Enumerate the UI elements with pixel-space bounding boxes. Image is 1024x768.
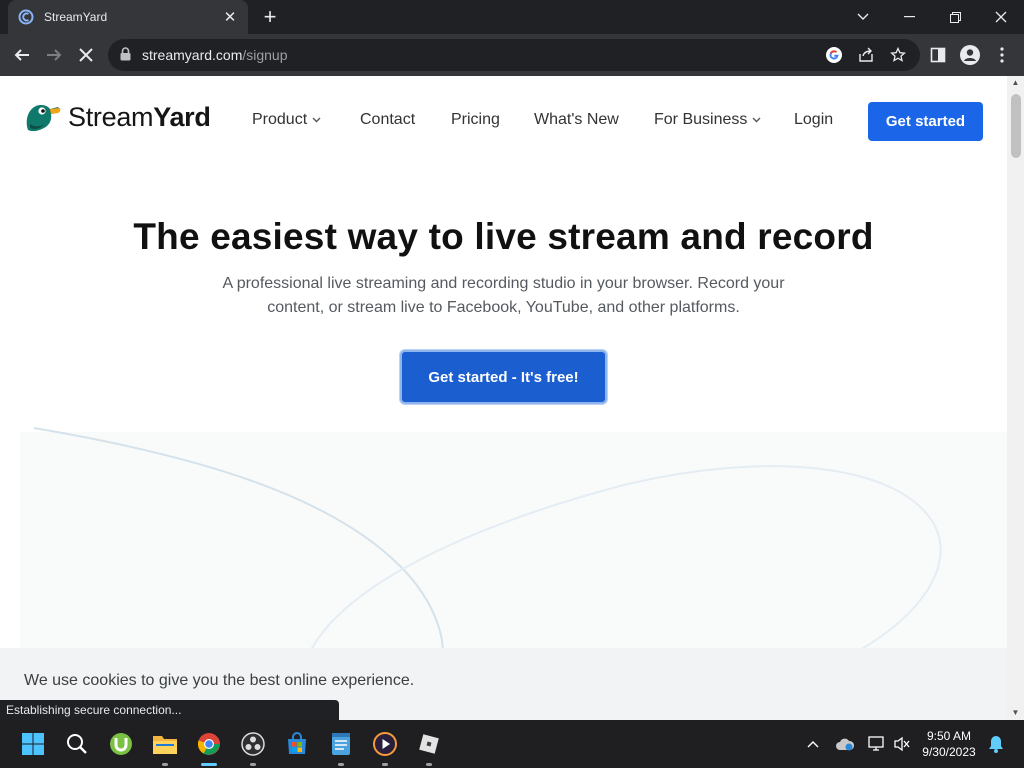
nav-login-label: Login <box>794 111 834 128</box>
browser-tab-streamyard[interactable]: StreamYard ✕ <box>8 0 248 34</box>
taskbar-running-indicator <box>426 763 432 766</box>
logo-wordmark: StreamYard <box>68 102 211 133</box>
nav-product[interactable]: Product <box>252 111 321 129</box>
profile-avatar-icon[interactable] <box>958 43 982 67</box>
side-panel-icon[interactable] <box>926 43 950 67</box>
site-header: StreamYard Product Contact Pricing What'… <box>0 76 1007 166</box>
browser-menu-icon[interactable] <box>990 43 1014 67</box>
clock-time: 9:50 AM <box>926 729 972 743</box>
hero-title: The easiest way to live stream and recor… <box>133 216 874 257</box>
onedrive-cloud-icon[interactable] <box>835 734 855 754</box>
page-scrollbar[interactable]: ▲ ▼ <box>1007 76 1024 720</box>
taskbar-running-indicator <box>162 763 168 766</box>
windows-taskbar: 9:50 AM 9/30/2023 <box>0 720 1024 768</box>
google-lens-icon[interactable] <box>824 45 844 65</box>
cookie-message: We use cookies to give you the best onli… <box>24 672 415 689</box>
scroll-down-icon[interactable]: ▼ <box>1007 706 1024 720</box>
minimize-icon[interactable] <box>886 0 932 34</box>
nav-pricing-label: Pricing <box>451 111 500 128</box>
search-icon[interactable] <box>63 730 91 758</box>
show-hidden-icons-chevron-icon[interactable] <box>803 734 823 754</box>
scroll-up-icon[interactable]: ▲ <box>1007 76 1024 90</box>
nav-for-business[interactable]: For Business <box>654 111 761 129</box>
back-arrow-icon[interactable] <box>10 43 34 67</box>
forward-arrow-icon[interactable] <box>42 43 66 67</box>
lock-icon[interactable] <box>120 47 131 66</box>
nav-contact[interactable]: Contact <box>360 111 415 129</box>
nav-whats-new[interactable]: What's New <box>534 111 619 129</box>
media-player-icon[interactable] <box>371 730 399 758</box>
tab-title: StreamYard <box>44 10 108 24</box>
bookmark-star-icon[interactable] <box>888 45 908 65</box>
logo-word-regular: Stream <box>68 101 154 132</box>
streamyard-logo[interactable]: StreamYard <box>22 100 211 134</box>
get-started-free-button[interactable]: Get started - It's free! <box>400 350 607 404</box>
taskbar-active-indicator <box>201 763 217 766</box>
roblox-icon[interactable] <box>415 730 443 758</box>
windows-start-icon[interactable] <box>19 730 47 758</box>
streamyard-favicon-icon <box>18 9 34 25</box>
duck-logo-icon <box>26 105 61 132</box>
new-tab-plus-icon[interactable]: + <box>258 5 282 29</box>
nav-for-business-label: For Business <box>654 111 748 128</box>
url-host: streamyard.com <box>142 47 243 63</box>
browser-toolbar: streamyard.com/signup <box>0 34 1024 76</box>
page-viewport: StreamYard Product Contact Pricing What'… <box>0 76 1024 720</box>
taskbar-running-indicator <box>250 763 256 766</box>
nav-whats-new-label: What's New <box>534 111 619 128</box>
utorrent-icon[interactable] <box>107 730 135 758</box>
nav-contact-label: Contact <box>360 111 416 128</box>
notification-bell-icon[interactable] <box>986 734 1006 754</box>
get-started-button[interactable]: Get started <box>868 102 983 141</box>
url-path: /signup <box>242 47 288 63</box>
browser-status-bubble: Establishing secure connection... <box>0 700 339 720</box>
decorative-curves <box>33 427 942 656</box>
share-icon[interactable] <box>856 45 876 65</box>
scrollbar-thumb[interactable] <box>1011 94 1021 158</box>
nav-product-label: Product <box>252 111 308 128</box>
nav-login[interactable]: Login <box>794 111 833 129</box>
chevron-down-icon <box>752 115 761 126</box>
address-bar[interactable]: streamyard.com/signup <box>108 39 920 71</box>
nav-pricing[interactable]: Pricing <box>451 111 500 129</box>
stop-loading-icon[interactable] <box>74 43 98 67</box>
tab-close-icon[interactable]: ✕ <box>222 8 238 26</box>
chevron-down-icon <box>312 115 321 126</box>
restore-icon[interactable] <box>932 0 978 34</box>
obs-studio-icon[interactable] <box>239 730 267 758</box>
network-icon[interactable] <box>867 734 887 754</box>
url-text: streamyard.com/signup <box>142 47 288 63</box>
clock-date: 9/30/2023 <box>922 745 976 759</box>
file-explorer-icon[interactable] <box>151 730 179 758</box>
close-window-icon[interactable] <box>978 0 1024 34</box>
taskbar-running-indicator <box>338 763 344 766</box>
microsoft-store-icon[interactable] <box>283 730 311 758</box>
volume-muted-icon[interactable] <box>892 734 912 754</box>
taskbar-running-indicator <box>382 763 388 766</box>
system-clock[interactable]: 9:50 AM 9/30/2023 <box>918 728 980 760</box>
browser-tab-strip: StreamYard ✕ + <box>0 0 1024 34</box>
logo-word-bold: Yard <box>153 101 211 132</box>
chrome-icon[interactable] <box>195 730 223 758</box>
hero-subtitle: A professional live streaming and record… <box>222 275 785 316</box>
notepad-icon[interactable] <box>327 730 355 758</box>
tab-search-chevron-icon[interactable] <box>840 0 886 34</box>
